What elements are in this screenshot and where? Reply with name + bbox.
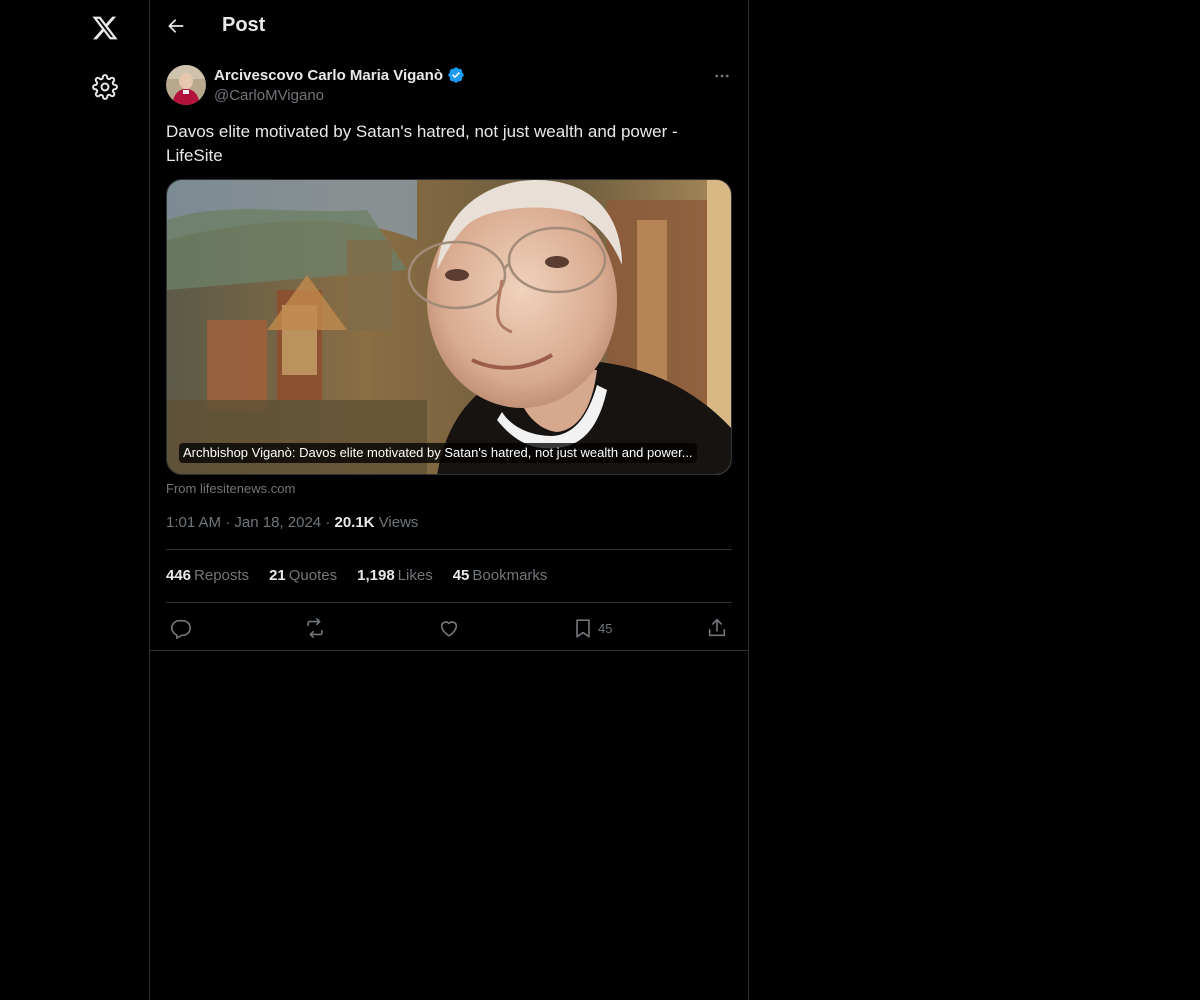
- divider: [166, 549, 732, 550]
- verified-badge-icon: [447, 66, 465, 84]
- author-name[interactable]: Arcivescovo Carlo Maria Viganò: [214, 66, 465, 84]
- page-header: Post: [150, 0, 748, 54]
- reply-icon[interactable]: [170, 614, 192, 642]
- stat-quotes[interactable]: 21 Quotes: [269, 567, 337, 584]
- post-detail: Arcivescovo Carlo Maria Viganò @CarloMVi…: [150, 54, 748, 651]
- stat-bookmarks[interactable]: 45 Bookmarks: [453, 567, 548, 584]
- main-column: Post Arcivescovo Carlo Maria Viganò @Car…: [150, 0, 749, 1000]
- x-logo-icon[interactable]: [83, 6, 127, 50]
- meta-separator: ·: [225, 514, 235, 531]
- bookmark-count: 45: [598, 620, 613, 636]
- stat-likes[interactable]: 1,198 Likes: [357, 567, 433, 584]
- post-text: Davos elite motivated by Satan's hatred,…: [166, 122, 678, 165]
- app-root: Post Arcivescovo Carlo Maria Viganò @Car…: [0, 0, 1200, 1000]
- post-meta: 1:01 AM · Jan 18, 2024 · 20.1K Views: [166, 514, 418, 531]
- views-count: 20.1K: [334, 514, 375, 531]
- stat-reposts[interactable]: 446 Reposts: [166, 567, 249, 584]
- avatar[interactable]: [166, 65, 206, 105]
- left-nav-rail: [0, 0, 150, 1000]
- repost-icon[interactable]: [303, 614, 327, 642]
- post-actions: 45: [166, 614, 732, 642]
- post-time[interactable]: 1:01 AM: [166, 514, 221, 531]
- gear-icon[interactable]: [83, 65, 127, 109]
- post-stats: 446 Reposts 21 Quotes 1,198 Likes 45 Bookmar…: [166, 567, 567, 584]
- more-horizontal-icon[interactable]: [706, 62, 738, 90]
- post-date[interactable]: Jan 18, 2024: [234, 514, 321, 531]
- card-caption: Archbishop Viganò: Davos elite motivated…: [179, 443, 697, 463]
- share-icon[interactable]: [706, 614, 728, 642]
- link-card[interactable]: Archbishop Viganò: Davos elite motivated…: [166, 179, 732, 475]
- arrow-left-icon[interactable]: [158, 8, 194, 44]
- views-label: Views: [378, 514, 419, 531]
- author-handle[interactable]: @CarloMVigano: [214, 87, 324, 104]
- page-title: Post: [222, 14, 266, 36]
- bookmark-icon[interactable]: 45: [572, 614, 612, 642]
- divider: [166, 602, 732, 603]
- heart-icon[interactable]: [438, 614, 460, 642]
- card-image: [167, 180, 731, 474]
- card-source[interactable]: From lifesitenews.com: [166, 481, 295, 496]
- author-name-text: Arcivescovo Carlo Maria Viganò: [214, 66, 443, 84]
